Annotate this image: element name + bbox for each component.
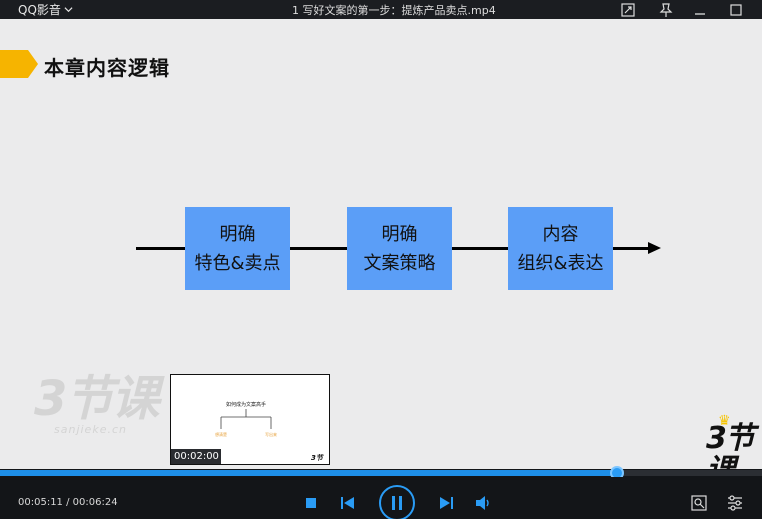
crown-icon: ♛ bbox=[718, 413, 731, 429]
corner-logo-text: 3节课 bbox=[706, 421, 755, 470]
watermark-big-text: 3节课 bbox=[34, 371, 159, 427]
pause-icon bbox=[392, 496, 402, 510]
progress-bar[interactable] bbox=[0, 466, 762, 480]
preview-tree-diagram bbox=[220, 409, 272, 429]
time-display: 00:05:11 / 00:06:24 bbox=[18, 497, 118, 508]
corner-logo: ♛ 3节课 sanjieke bbox=[706, 413, 762, 470]
seek-preview-thumbnail: 如何成为文案高手 想清楚 写出来 3节课 00:02:00 bbox=[170, 374, 330, 465]
volume-icon bbox=[476, 496, 489, 510]
watermark-logo: 3节课 sanjieke.cn bbox=[34, 371, 159, 436]
chapter-title: 本章内容逻辑 bbox=[44, 56, 170, 80]
pin-icon[interactable] bbox=[658, 2, 674, 18]
screenshot-button[interactable] bbox=[690, 494, 708, 512]
skip-next-icon bbox=[439, 497, 453, 509]
flow-step-2-line2: 文案策略 bbox=[363, 252, 436, 274]
title-bar: QQ影音 1 写好文案的第一步：提炼产品卖点.mp4 bbox=[0, 0, 762, 19]
equalizer-settings-icon bbox=[728, 495, 742, 511]
flow-step-3-line2: 组织&表达 bbox=[517, 252, 604, 274]
preview-logo: 3节课 bbox=[311, 454, 323, 462]
flow-step-2: 明确 文案策略 bbox=[347, 207, 452, 290]
progress-fill bbox=[0, 470, 618, 476]
next-button[interactable] bbox=[439, 496, 453, 510]
flow-step-1-line1: 明确 bbox=[219, 223, 256, 245]
chapter-marker-shape bbox=[0, 50, 38, 78]
settings-button[interactable] bbox=[726, 494, 744, 512]
stop-button[interactable] bbox=[305, 497, 317, 509]
flow-step-3: 内容 组织&表达 bbox=[508, 207, 613, 290]
preview-left-label: 想清楚 bbox=[215, 432, 227, 437]
app-name: QQ影音 bbox=[18, 3, 61, 17]
minimize-icon[interactable] bbox=[692, 2, 708, 18]
volume-button[interactable] bbox=[475, 495, 493, 511]
skip-previous-icon bbox=[340, 497, 354, 509]
maximize-icon[interactable] bbox=[728, 2, 744, 18]
flow-step-1-line2: 特色&卖点 bbox=[194, 252, 281, 274]
app-menu-button[interactable]: QQ影音 bbox=[18, 1, 73, 18]
pause-button[interactable] bbox=[379, 485, 415, 519]
stop-icon bbox=[306, 498, 316, 508]
flow-step-2-line1: 明确 bbox=[381, 223, 418, 245]
image-capture-icon bbox=[691, 495, 707, 511]
preview-time: 00:02:00 bbox=[171, 449, 221, 464]
file-title: 1 写好文案的第一步：提炼产品卖点.mp4 bbox=[292, 4, 496, 17]
video-canvas[interactable]: 本章内容逻辑 明确 特色&卖点 明确 文案策略 内容 组织&表达 3节课 san… bbox=[0, 19, 762, 469]
previous-button[interactable] bbox=[340, 496, 354, 510]
chevron-down-icon bbox=[64, 7, 73, 13]
flow-step-3-line1: 内容 bbox=[542, 223, 579, 245]
qq-player-window: QQ影音 1 写好文案的第一步：提炼产品卖点.mp4 本章内容逻辑 明确 特色&… bbox=[0, 0, 762, 519]
preview-slide-title: 如何成为文案高手 bbox=[226, 402, 267, 408]
control-bar: 00:05:11 / 00:06:24 bbox=[0, 477, 762, 519]
screenshot-frame-icon[interactable] bbox=[620, 2, 636, 18]
flow-arrow-head bbox=[648, 242, 661, 254]
flow-step-1: 明确 特色&卖点 bbox=[185, 207, 290, 290]
preview-right-label: 写出来 bbox=[265, 432, 277, 437]
